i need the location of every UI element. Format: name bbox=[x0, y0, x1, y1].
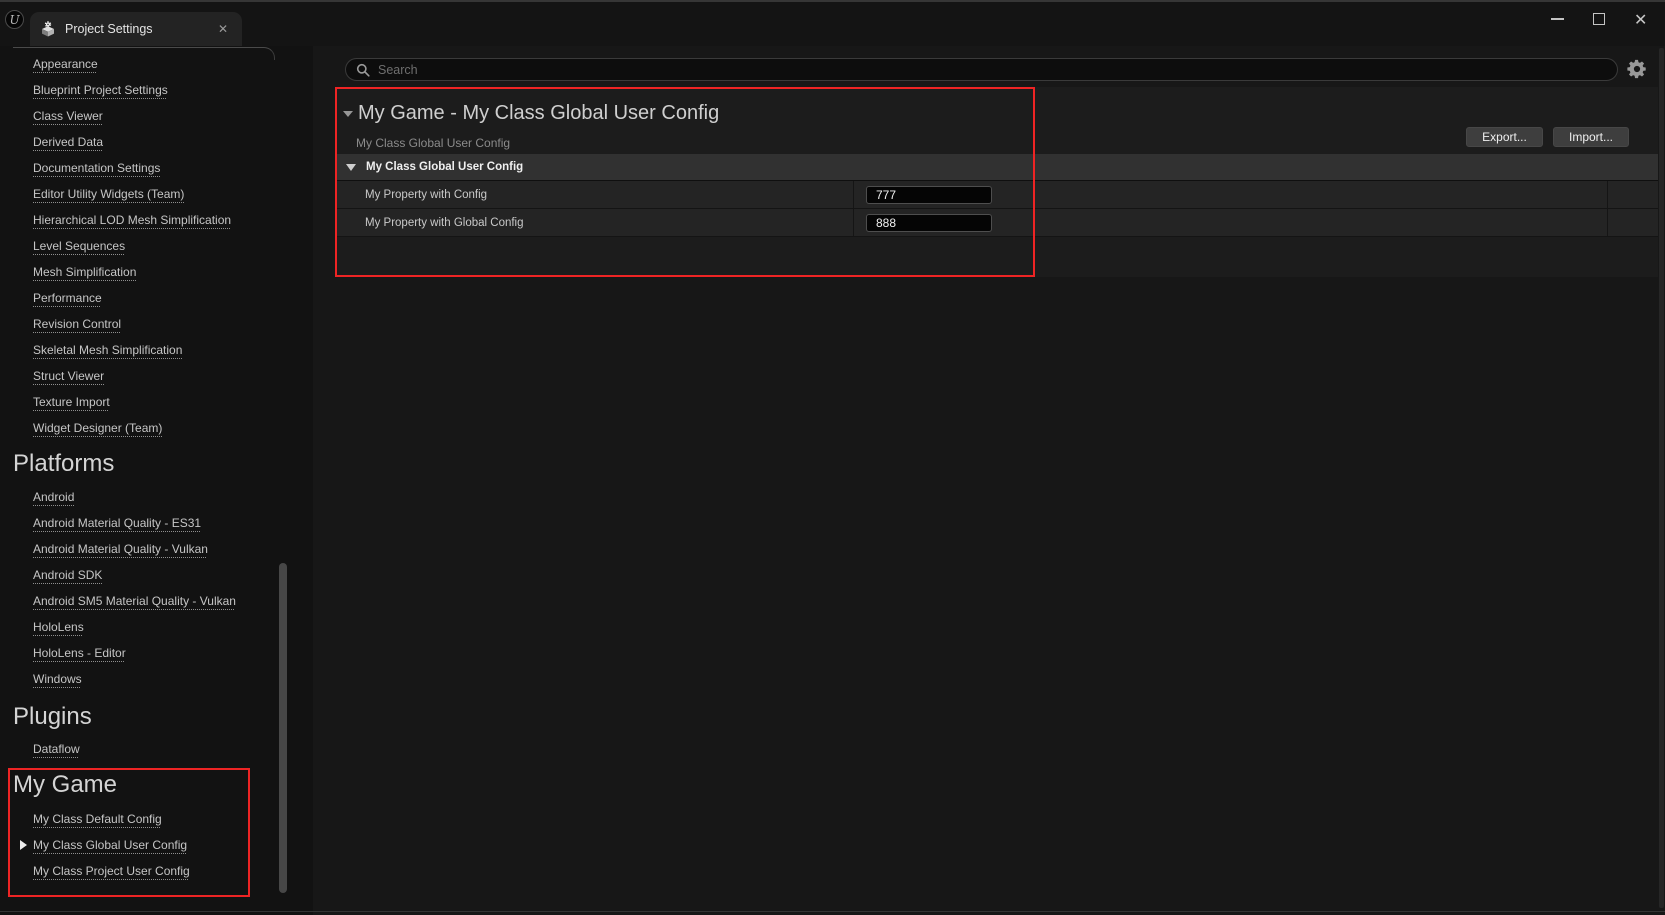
tab-label: Project Settings bbox=[65, 22, 153, 36]
sidebar-item-windows[interactable]: Windows bbox=[0, 666, 313, 692]
sidebar-item-performance[interactable]: Performance bbox=[0, 285, 313, 311]
sidebar-item-blueprint-project-settings[interactable]: Blueprint Project Settings bbox=[0, 77, 313, 103]
settings-sidebar: Appearance Blueprint Project Settings Cl… bbox=[0, 46, 313, 915]
property-value-input[interactable] bbox=[866, 214, 992, 232]
category-title: My Game - My Class Global User Config bbox=[358, 102, 719, 125]
property-name: My Property with Global Config bbox=[365, 209, 524, 236]
sidebar-item-widget-designer[interactable]: Widget Designer (Team) bbox=[0, 415, 313, 441]
sidebar-item-android-sm5-material-quality-vulkan[interactable]: Android SM5 Material Quality - Vulkan bbox=[0, 588, 313, 614]
project-settings-window: U Project Settings ✕ ✕ Appearance Bluepr… bbox=[0, 0, 1665, 915]
sidebar-item-skeletal-mesh-simplification[interactable]: Skeletal Mesh Simplification bbox=[0, 337, 313, 363]
selected-item-arrow-icon bbox=[20, 840, 27, 850]
sidebar-item-documentation-settings[interactable]: Documentation Settings bbox=[0, 155, 313, 181]
settings-gear-icon[interactable] bbox=[1626, 58, 1648, 80]
sidebar-item-android-material-quality-es31[interactable]: Android Material Quality - ES31 bbox=[0, 510, 313, 536]
sidebar-item-revision-control[interactable]: Revision Control bbox=[0, 311, 313, 337]
sidebar-item-my-class-global-user-config[interactable]: My Class Global User Config bbox=[0, 832, 313, 858]
window-minimize-icon[interactable] bbox=[1551, 18, 1564, 20]
category-subtitle: My Class Global User Config bbox=[356, 136, 510, 150]
tab-project-settings[interactable]: Project Settings ✕ bbox=[30, 12, 242, 46]
right-column-divider bbox=[1607, 209, 1608, 236]
window-close-icon[interactable]: ✕ bbox=[1634, 10, 1647, 30]
tab-close-icon[interactable]: ✕ bbox=[218, 22, 228, 36]
sidebar-item-mesh-simplification[interactable]: Mesh Simplification bbox=[0, 259, 313, 285]
sidebar-item-android[interactable]: Android bbox=[0, 484, 313, 510]
import-button[interactable]: Import... bbox=[1553, 127, 1629, 147]
main-scrollbar[interactable] bbox=[1659, 48, 1664, 908]
window-maximize-icon[interactable] bbox=[1593, 13, 1605, 25]
window-top-border bbox=[0, 0, 1665, 2]
sidebar-my-game-list: My Class Default Config My Class Global … bbox=[0, 806, 313, 884]
sidebar-plugins-list: Dataflow bbox=[0, 736, 313, 762]
column-splitter[interactable] bbox=[853, 181, 854, 208]
export-button[interactable]: Export... bbox=[1466, 127, 1543, 147]
property-name: My Property with Config bbox=[365, 181, 487, 208]
search-input[interactable] bbox=[378, 63, 1607, 77]
sidebar-item-struct-viewer[interactable]: Struct Viewer bbox=[0, 363, 313, 389]
section-expander-icon bbox=[346, 164, 356, 171]
sidebar-item-dataflow[interactable]: Dataflow bbox=[0, 736, 313, 762]
sidebar-platforms-list: Android Android Material Quality - ES31 … bbox=[0, 484, 313, 692]
column-splitter[interactable] bbox=[853, 209, 854, 236]
sidebar-item-hierarchical-lod-mesh-simplification[interactable]: Hierarchical LOD Mesh Simplification bbox=[0, 207, 313, 233]
sidebar-item-my-class-default-config[interactable]: My Class Default Config bbox=[0, 806, 313, 832]
search-icon bbox=[356, 63, 370, 77]
sidebar-item-derived-data[interactable]: Derived Data bbox=[0, 129, 313, 155]
sidebar-section-platforms: Platforms bbox=[13, 450, 114, 478]
search-bar bbox=[345, 58, 1618, 81]
window-bottom-border bbox=[0, 911, 1665, 912]
right-column-divider bbox=[1607, 181, 1608, 208]
category-expander-icon[interactable] bbox=[343, 111, 353, 117]
property-value-input[interactable] bbox=[866, 186, 992, 204]
sidebar-item-android-sdk[interactable]: Android SDK bbox=[0, 562, 313, 588]
property-row-my-property-with-config: My Property with Config bbox=[335, 181, 1658, 209]
sidebar-item-editor-utility-widgets[interactable]: Editor Utility Widgets (Team) bbox=[0, 181, 313, 207]
property-row-my-property-with-global-config: My Property with Global Config bbox=[335, 209, 1658, 237]
sidebar-item-android-material-quality-vulkan[interactable]: Android Material Quality - Vulkan bbox=[0, 536, 313, 562]
sidebar-item-class-viewer[interactable]: Class Viewer bbox=[0, 103, 313, 129]
project-settings-icon bbox=[40, 21, 56, 37]
section-title: My Class Global User Config bbox=[366, 161, 523, 173]
sidebar-item-hololens-editor[interactable]: HoloLens - Editor bbox=[0, 640, 313, 666]
sidebar-item-my-class-project-user-config[interactable]: My Class Project User Config bbox=[0, 858, 313, 884]
title-bar: U Project Settings ✕ ✕ bbox=[0, 0, 1665, 46]
sidebar-item-level-sequences[interactable]: Level Sequences bbox=[0, 233, 313, 259]
sidebar-section-plugins: Plugins bbox=[13, 703, 92, 731]
sidebar-general-list: Appearance Blueprint Project Settings Cl… bbox=[0, 51, 313, 441]
sidebar-item-appearance[interactable]: Appearance bbox=[0, 51, 313, 77]
sidebar-scrollbar-thumb[interactable] bbox=[279, 563, 287, 893]
section-header-my-class-global-user-config[interactable]: My Class Global User Config bbox=[335, 154, 1658, 181]
unreal-engine-logo-icon: U bbox=[5, 10, 24, 29]
sidebar-item-texture-import[interactable]: Texture Import bbox=[0, 389, 313, 415]
sidebar-section-my-game: My Game bbox=[13, 771, 117, 799]
sidebar-item-hololens[interactable]: HoloLens bbox=[0, 614, 313, 640]
